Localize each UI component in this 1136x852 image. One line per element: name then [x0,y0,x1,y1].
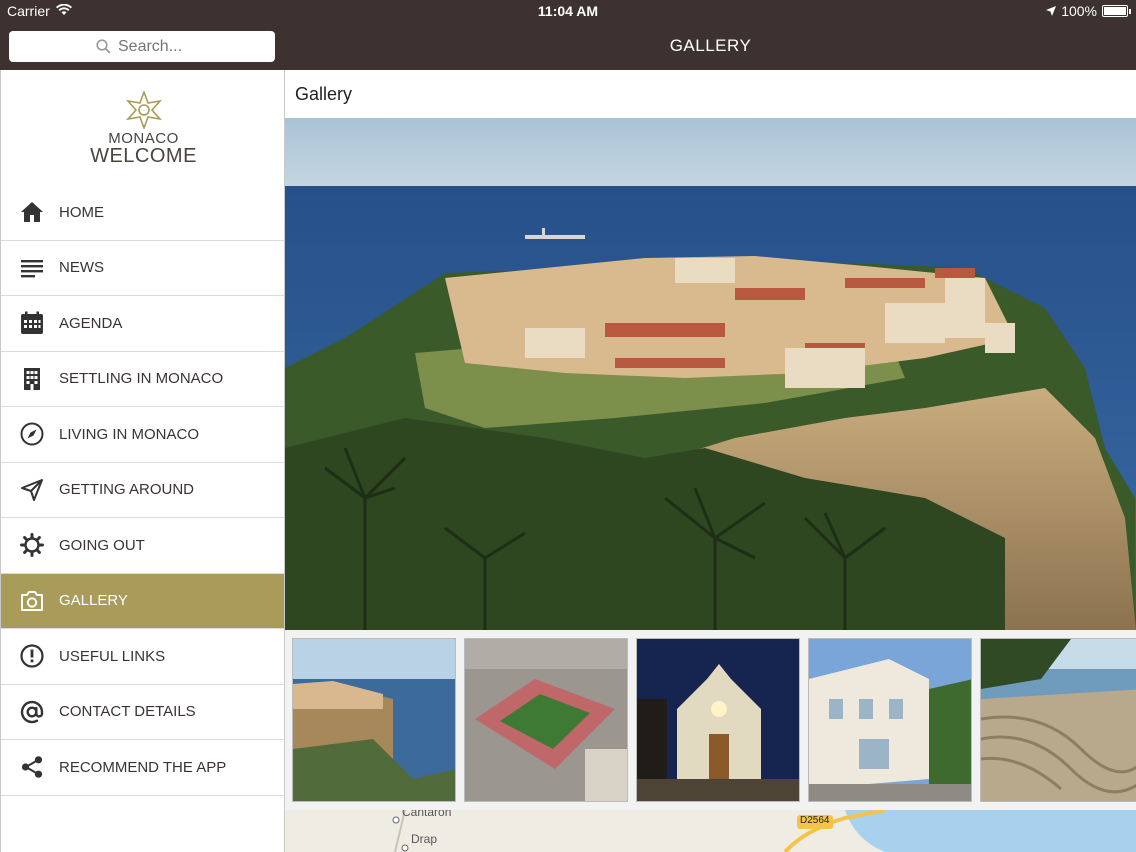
status-bar: Carrier 11:04 AM 100% [0,0,1136,22]
sidebar-item-label: GOING OUT [59,536,145,554]
sidebar-item-news[interactable]: NEWS [1,241,284,296]
camera-icon [19,588,45,614]
sidebar-item-label: RECOMMEND THE APP [59,758,227,776]
gallery-content: Gallery Cantaron Drap D2564 [285,70,1136,852]
gear-icon [19,532,45,558]
location-map[interactable]: Cantaron Drap D2564 [285,810,1136,852]
battery-icon [1102,5,1131,17]
news-icon [19,255,45,281]
map-label-drap: Drap [411,832,438,846]
gallery-thumbnail[interactable] [464,638,628,802]
sidebar-item-label: USEFUL LINKS [59,647,166,665]
home-icon [19,199,45,225]
location-arrow-icon [1046,6,1057,16]
navigation-arrow-icon [19,477,45,503]
gallery-thumbnail[interactable] [808,638,972,802]
sidebar-item-living-in-monaco[interactable]: LIVING IN MONACO [1,407,284,463]
gallery-thumbnail[interactable] [636,638,800,802]
logo-star-icon [125,91,163,129]
sidebar-item-label: NEWS [59,259,104,277]
battery-percent: 100% [1061,3,1097,19]
sidebar-item-agenda[interactable]: AGENDA [1,296,284,352]
sidebar-item-label: AGENDA [59,314,123,332]
page-title: GALLERY [669,36,752,55]
status-time: 11:04 AM [537,3,599,19]
gallery-heading: Gallery [295,84,353,104]
thumbnail-strip [285,630,1136,810]
gallery-main-photo[interactable] [285,118,1136,630]
logo-line-2: WELCOME [90,145,197,167]
sidebar-item-label: GALLERY [59,592,128,610]
sidebar-item-going-out[interactable]: GOING OUT [1,518,284,574]
gallery-thumbnail[interactable] [980,638,1136,802]
building-icon [19,366,45,392]
search-bar[interactable] [9,31,275,62]
sidebar-item-recommend-the-app[interactable]: RECOMMEND THE APP [1,740,284,796]
navigation-bar: GALLERY [0,22,1136,70]
map-label-cantaron: Cantaron [402,810,452,819]
share-icon [19,754,45,780]
sidebar-item-gallery[interactable]: GALLERY [1,573,284,629]
sidebar-item-label: LIVING IN MONACO [59,425,200,443]
search-input[interactable] [118,37,188,56]
sidebar: MONACO WELCOME HOME NEWS AGENDA SETTLING… [0,70,285,852]
sidebar-item-label: GETTING AROUND [59,481,195,499]
calendar-icon [19,310,45,336]
info-icon [19,643,45,669]
sidebar-item-label: CONTACT DETAILS [59,703,196,721]
at-icon [19,699,45,725]
monaco-welcome-logo: MONACO WELCOME [1,70,284,185]
sidebar-item-home[interactable]: HOME [1,185,284,241]
sidebar-item-getting-around[interactable]: GETTING AROUND [1,463,284,518]
map-road-label: D2564 [800,815,830,826]
search-icon [96,39,111,54]
compass-icon [19,421,45,447]
sidebar-item-useful-links[interactable]: USEFUL LINKS [1,629,284,685]
sidebar-item-label: HOME [59,203,104,221]
sidebar-item-contact-details[interactable]: CONTACT DETAILS [1,685,284,740]
sidebar-item-settling-in-monaco[interactable]: SETTLING IN MONACO [1,352,284,407]
sidebar-item-label: SETTLING IN MONACO [59,370,224,388]
gallery-thumbnail[interactable] [292,638,456,802]
